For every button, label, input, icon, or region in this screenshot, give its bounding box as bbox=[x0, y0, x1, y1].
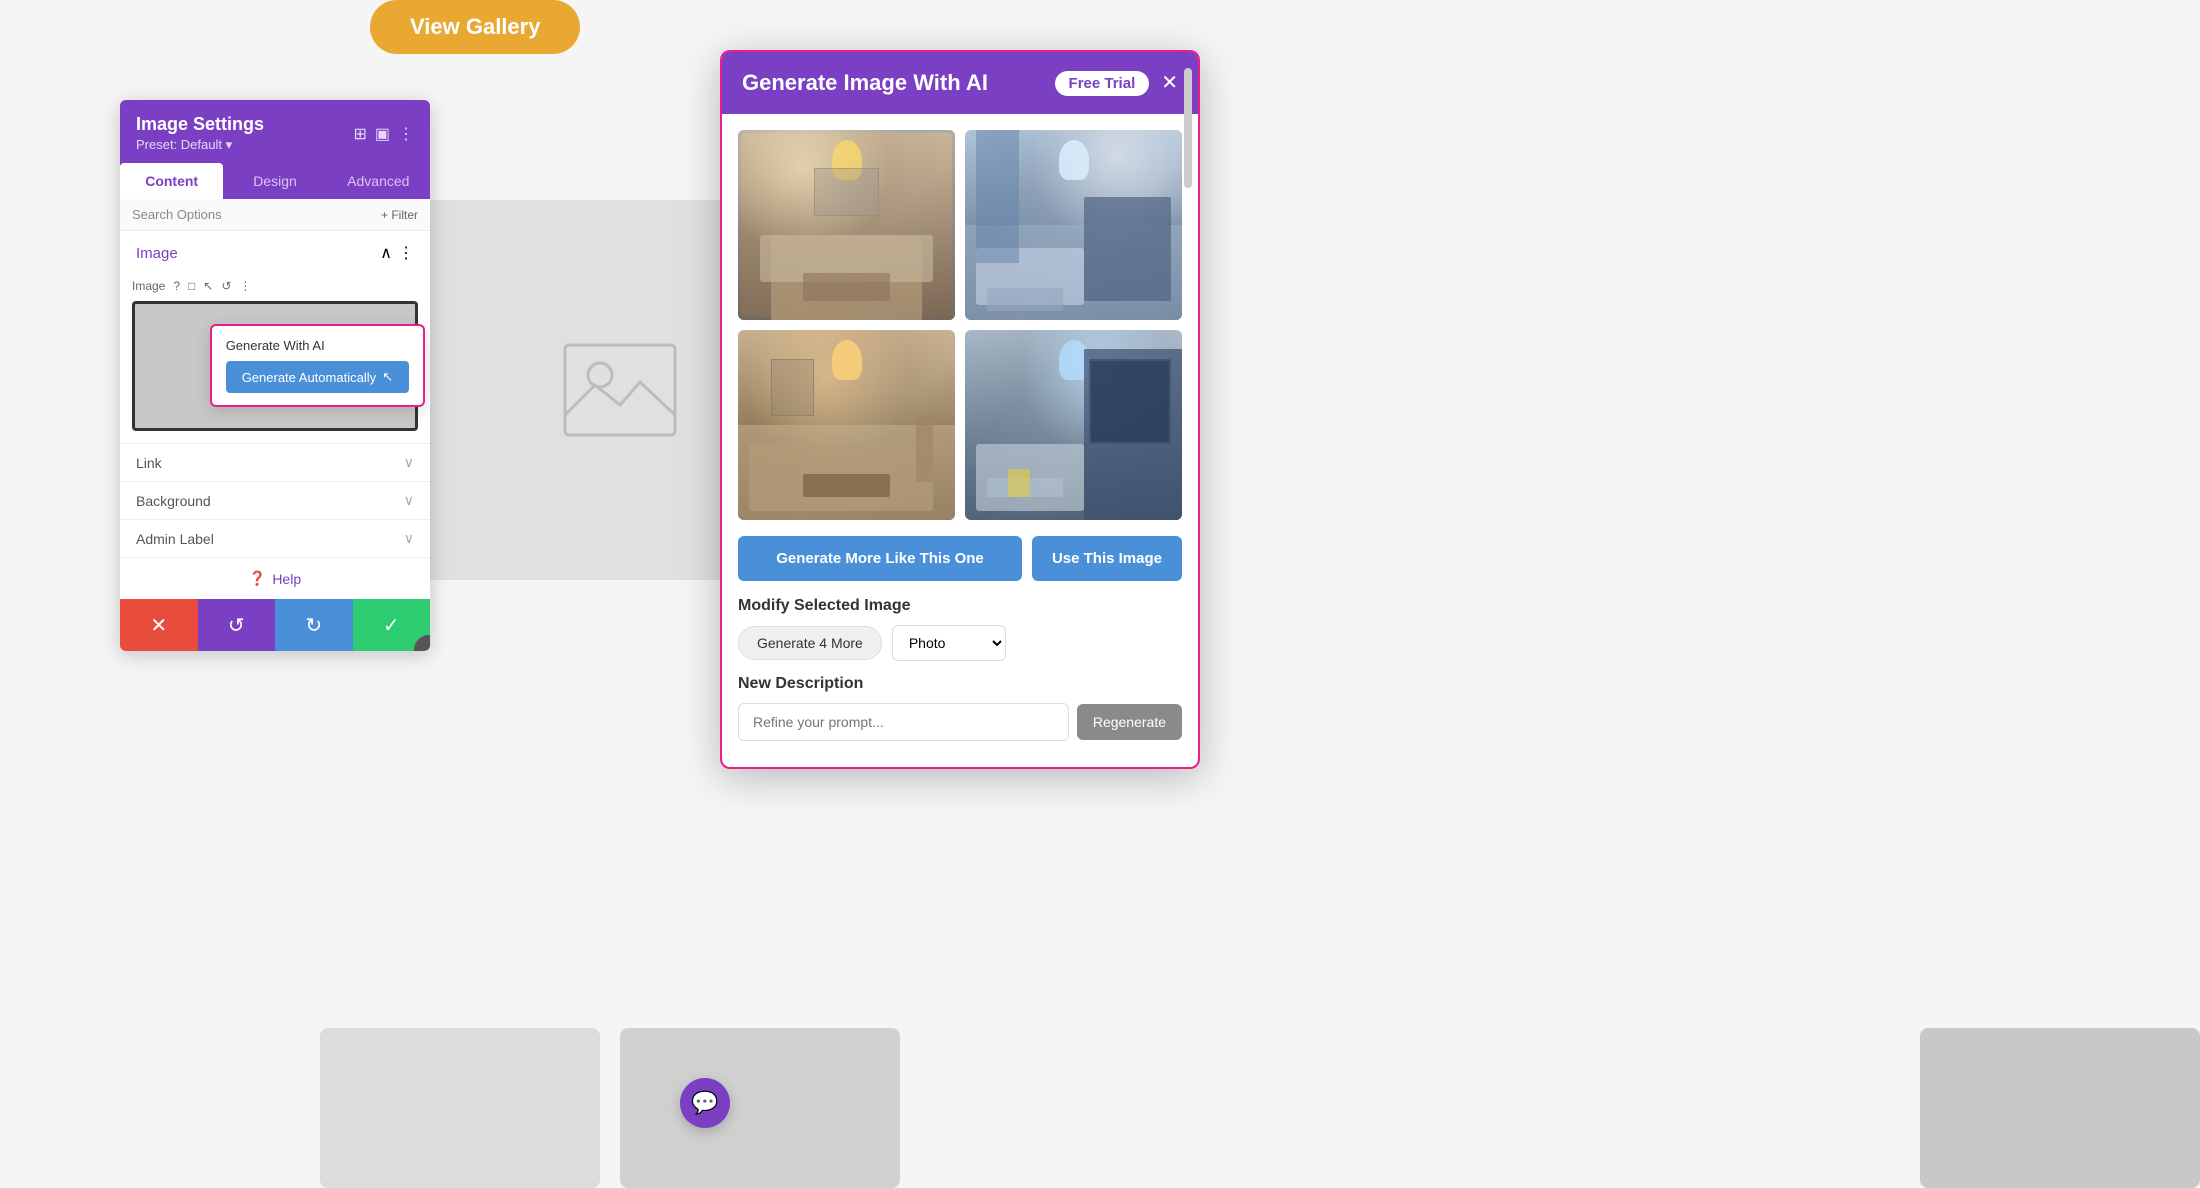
ai-action-buttons: Generate More Like This One Use This Ima… bbox=[738, 536, 1182, 581]
help-label: Help bbox=[272, 571, 301, 587]
panel-icon-split[interactable]: ▣ bbox=[375, 124, 390, 144]
panel-search: Search Options + Filter bbox=[120, 199, 430, 231]
new-description-input[interactable] bbox=[738, 703, 1069, 741]
generate-popup-title: Generate With AI bbox=[226, 338, 409, 353]
image-section-header[interactable]: Image ∧ ⋮ bbox=[120, 231, 430, 275]
admin-label-chevron-down-icon: ∨ bbox=[404, 530, 414, 547]
panel-header: Image Settings Preset: Default ▾ ⊞ ▣ ⋮ bbox=[120, 100, 430, 163]
modify-section-title: Modify Selected Image bbox=[738, 597, 1182, 615]
toolbar-cursor-icon[interactable]: ↖ bbox=[203, 279, 213, 293]
panel-icon-settings[interactable]: ⊞ bbox=[353, 124, 366, 144]
cancel-button[interactable]: ✕ bbox=[120, 599, 198, 651]
more-options-icon[interactable]: ⋮ bbox=[398, 243, 414, 263]
background-section[interactable]: Background ∨ bbox=[120, 482, 430, 520]
modify-controls: Generate 4 More Photo Illustration 3D Re… bbox=[738, 625, 1182, 661]
ai-image-4[interactable] bbox=[965, 330, 1182, 520]
link-chevron-down-icon: ∨ bbox=[404, 454, 414, 471]
image-preview-area: Generate With AI Generate Automatically … bbox=[132, 301, 418, 431]
style-select[interactable]: Photo Illustration 3D Render bbox=[892, 625, 1006, 661]
cursor-icon: ↖ bbox=[382, 369, 393, 385]
link-section[interactable]: Link ∨ bbox=[120, 444, 430, 482]
redo-button[interactable]: ↻ bbox=[275, 599, 353, 651]
tab-content[interactable]: Content bbox=[120, 163, 223, 199]
help-circle-icon: ❓ bbox=[249, 570, 266, 587]
free-trial-badge: Free Trial bbox=[1055, 71, 1150, 96]
bottom-image-3 bbox=[1920, 1028, 2200, 1188]
toolbar-dots-icon[interactable]: ⋮ bbox=[239, 279, 251, 293]
ai-image-1[interactable] bbox=[738, 130, 955, 320]
filter-button[interactable]: + Filter bbox=[381, 208, 418, 222]
chevron-up-icon[interactable]: ∧ bbox=[380, 243, 392, 263]
scrollbar-thumb[interactable] bbox=[1184, 68, 1192, 188]
generate-with-ai-popup: Generate With AI Generate Automatically … bbox=[210, 324, 425, 407]
toolbar-reset-icon[interactable]: ↺ bbox=[221, 279, 231, 293]
ai-image-grid bbox=[738, 130, 1182, 520]
undo-button[interactable]: ↺ bbox=[198, 599, 276, 651]
modify-section: Modify Selected Image Generate 4 More Ph… bbox=[738, 597, 1182, 661]
image-section-icons: ∧ ⋮ bbox=[380, 243, 414, 263]
search-placeholder-text: Search Options bbox=[132, 207, 381, 222]
background-chevron-down-icon: ∨ bbox=[404, 492, 414, 509]
toolbar-box-icon[interactable]: □ bbox=[188, 279, 195, 293]
new-description-section: New Description Regenerate bbox=[738, 675, 1182, 741]
ai-dialog-body: Generate More Like This One Use This Ima… bbox=[722, 114, 1198, 767]
ai-dialog-title: Generate Image With AI bbox=[742, 70, 988, 96]
regenerate-button[interactable]: Regenerate bbox=[1077, 704, 1182, 740]
image-settings-panel: Image Settings Preset: Default ▾ ⊞ ▣ ⋮ C… bbox=[120, 100, 430, 651]
ai-image-3[interactable] bbox=[738, 330, 955, 520]
background-section-title: Background bbox=[136, 493, 211, 509]
generate-4-more-button[interactable]: Generate 4 More bbox=[738, 626, 882, 660]
close-dialog-button[interactable]: ✕ bbox=[1161, 73, 1178, 93]
panel-icon-more[interactable]: ⋮ bbox=[398, 124, 414, 144]
generate-automatically-button[interactable]: Generate Automatically ↖ bbox=[226, 361, 409, 393]
ai-image-2[interactable] bbox=[965, 130, 1182, 320]
ai-dialog-header-right: Free Trial ✕ bbox=[1055, 71, 1178, 96]
link-section-title: Link bbox=[136, 455, 162, 471]
tab-advanced[interactable]: Advanced bbox=[327, 163, 430, 199]
toolbar-help-icon[interactable]: ? bbox=[173, 279, 180, 293]
help-section[interactable]: ❓ Help bbox=[120, 558, 430, 599]
panel-header-icons: ⊞ ▣ ⋮ bbox=[353, 124, 414, 144]
chat-bubble[interactable]: 💬 bbox=[680, 1078, 730, 1128]
toolbar-image-label: Image bbox=[132, 279, 165, 293]
generate-auto-label: Generate Automatically bbox=[242, 370, 376, 385]
ai-generate-dialog: Generate Image With AI Free Trial ✕ bbox=[720, 50, 1200, 769]
panel-subtitle: Preset: Default ▾ bbox=[136, 137, 264, 153]
image-section-title: Image bbox=[136, 245, 178, 262]
tab-design[interactable]: Design bbox=[223, 163, 326, 199]
image-section: Image ∧ ⋮ Image ? □ ↖ ↺ ⋮ Generate Wit bbox=[120, 231, 430, 444]
bottom-image-2 bbox=[620, 1028, 900, 1188]
generate-more-button[interactable]: Generate More Like This One bbox=[738, 536, 1022, 581]
panel-tabs: Content Design Advanced bbox=[120, 163, 430, 199]
new-description-title: New Description bbox=[738, 675, 1182, 693]
panel-title: Image Settings bbox=[136, 114, 264, 135]
image-toolbar: Image ? □ ↖ ↺ ⋮ bbox=[120, 275, 430, 301]
view-gallery-button[interactable]: View Gallery bbox=[370, 0, 580, 54]
admin-label-section[interactable]: Admin Label ∨ bbox=[120, 520, 430, 558]
panel-bottom-bar: ✕ ↺ ↻ ✓ ↙ bbox=[120, 599, 430, 651]
admin-label-section-title: Admin Label bbox=[136, 531, 214, 547]
use-image-button[interactable]: Use This Image bbox=[1032, 536, 1182, 581]
new-description-row: Regenerate bbox=[738, 703, 1182, 741]
bottom-image-1 bbox=[320, 1028, 600, 1188]
ai-dialog-header: Generate Image With AI Free Trial ✕ bbox=[722, 52, 1198, 114]
